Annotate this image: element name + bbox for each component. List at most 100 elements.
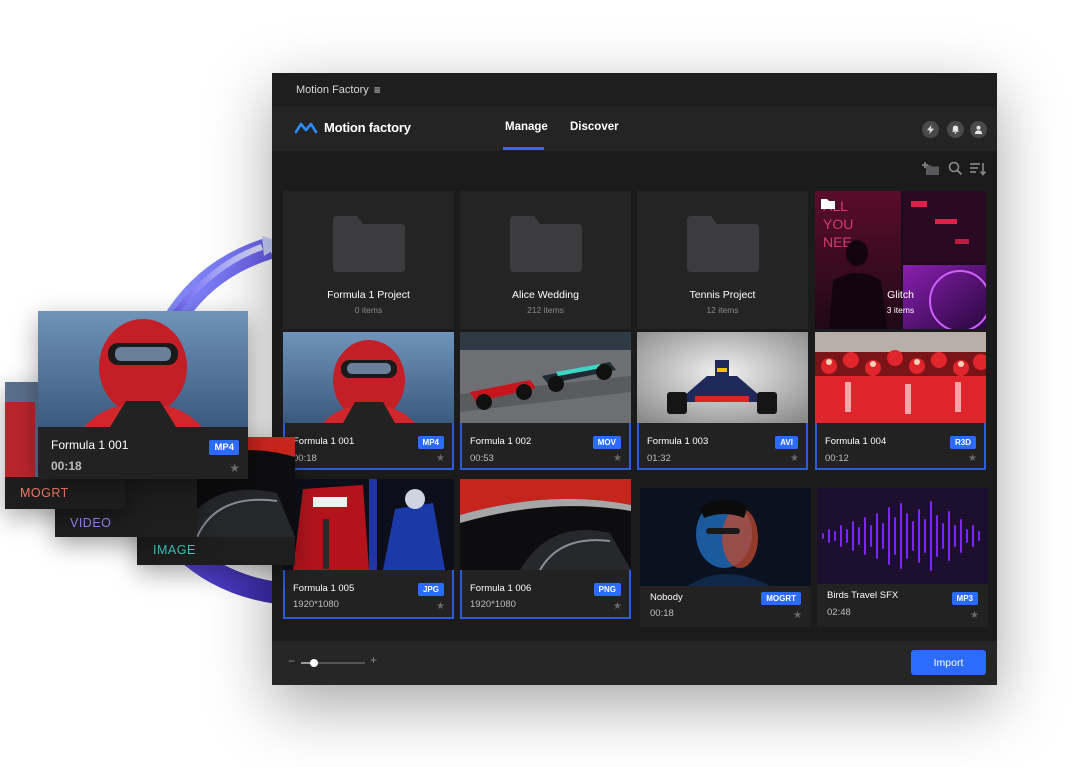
asset-duration: 01:32: [647, 453, 671, 464]
user-button[interactable]: [970, 121, 987, 138]
dragged-asset-duration: 00:18: [51, 459, 82, 473]
video-type-label: VIDEO: [70, 516, 112, 530]
asset-duration: 00:18: [293, 453, 317, 464]
asset-card[interactable]: Formula 1 002 00:53 MOV ★: [460, 332, 631, 470]
brand-name: Motion factory: [324, 120, 411, 135]
asset-thumbnail: [283, 479, 454, 570]
search-icon[interactable]: [948, 161, 963, 176]
asset-thumbnail: [637, 332, 808, 423]
folder-name: Formula 1 Project: [327, 289, 410, 301]
asset-thumbnail: [460, 479, 631, 570]
mogrt-type-label: MOGRT: [20, 486, 69, 500]
folder-card[interactable]: Formula 1 Project 0 items: [283, 191, 454, 329]
app-window: Motion Factory ≡ Motion factory Manage D…: [272, 73, 997, 685]
import-button[interactable]: Import: [911, 650, 986, 675]
image-type-label: IMAGE: [153, 543, 196, 557]
asset-name: Nobody: [650, 592, 683, 603]
lightning-button[interactable]: [922, 121, 939, 138]
infinity-logo-icon: [294, 122, 318, 133]
star-icon[interactable]: ★: [790, 453, 799, 464]
star-icon[interactable]: ★: [793, 610, 802, 621]
asset-thumbnail: [460, 332, 631, 423]
asset-name: Formula 1 004: [825, 436, 887, 447]
dragged-asset-card: Formula 1 001 00:18 MP4 ★: [38, 311, 248, 479]
folder-name: Alice Wedding: [512, 289, 579, 301]
footer-bar: − + Import: [272, 641, 997, 685]
folder-count: 0 items: [354, 305, 383, 315]
notifications-button[interactable]: [947, 121, 964, 138]
asset-duration: 00:53: [470, 453, 494, 464]
asset-name: Formula 1 005: [293, 583, 355, 594]
zoom-in-button[interactable]: +: [370, 653, 377, 667]
asset-name: Birds Travel SFX: [827, 590, 899, 601]
asset-duration: 00:12: [825, 453, 849, 464]
folder-name: Glitch: [887, 289, 914, 301]
asset-card[interactable]: Formula 1 001 00:18 MP4 ★: [283, 332, 454, 470]
asset-duration: 02:48: [827, 607, 851, 618]
dragged-asset-thumbnail: [38, 311, 248, 427]
star-icon[interactable]: ★: [613, 453, 622, 464]
format-badge: R3D: [949, 436, 976, 449]
asset-grid: Formula 1 Project 0 items Alice Wedding …: [283, 191, 988, 641]
asset-name: Formula 1 001: [293, 436, 355, 447]
dragged-asset-name: Formula 1 001: [51, 438, 129, 452]
active-tab-indicator: [503, 147, 544, 150]
asset-duration: 00:18: [650, 608, 674, 619]
asset-card[interactable]: Formula 1 003 01:32 AVI ★: [637, 332, 808, 470]
star-icon: ★: [229, 461, 240, 475]
dragged-format-badge: MP4: [209, 440, 239, 455]
folder-icon: [332, 216, 405, 272]
title-bar: Motion Factory ≡: [272, 73, 997, 107]
asset-card[interactable]: Formula 1 006 1920*1080 PNG ★: [460, 479, 631, 619]
asset-name: Formula 1 002: [470, 436, 532, 447]
asset-thumbnail: [640, 488, 811, 586]
format-badge: MP3: [951, 592, 978, 605]
zoom-slider-handle[interactable]: [310, 659, 318, 667]
asset-thumbnail: [815, 332, 986, 423]
folder-card[interactable]: Alice Wedding 212 items: [460, 191, 631, 329]
nav-bar: Motion factory Manage Discover: [272, 107, 997, 151]
sort-icon[interactable]: [969, 161, 987, 176]
star-icon[interactable]: ★: [613, 601, 622, 612]
add-folder-icon[interactable]: [922, 161, 940, 177]
format-badge: PNG: [593, 583, 621, 596]
asset-card[interactable]: Nobody 00:18 MOGRT ★: [640, 488, 811, 627]
format-badge: AVI: [775, 436, 798, 449]
folder-count: 212 items: [527, 305, 564, 315]
bell-icon: [951, 125, 960, 134]
tab-discover[interactable]: Discover: [570, 121, 619, 133]
brand-logo[interactable]: Motion factory: [294, 120, 411, 135]
waveform-thumbnail: [817, 488, 988, 584]
grid-toolbar: [272, 151, 997, 191]
svg-text:YOU: YOU: [823, 216, 853, 232]
user-icon: [974, 125, 983, 134]
folder-icon: [686, 216, 759, 272]
star-icon[interactable]: ★: [436, 453, 445, 464]
star-icon[interactable]: ★: [970, 610, 979, 621]
marketing-stage: Motion Factory ≡ Motion factory Manage D…: [0, 0, 1074, 767]
folder-name: Tennis Project: [689, 289, 756, 301]
asset-card[interactable]: Formula 1 004 00:12 R3D ★: [815, 332, 986, 470]
folder-count: 12 items: [706, 305, 739, 315]
hamburger-menu-icon[interactable]: ≡: [374, 83, 381, 97]
asset-name: Formula 1 003: [647, 436, 709, 447]
star-icon[interactable]: ★: [968, 453, 977, 464]
window-title: Motion Factory: [296, 84, 369, 96]
asset-name: Formula 1 006: [470, 583, 532, 594]
format-badge: MOGRT: [761, 592, 801, 605]
asset-card[interactable]: Formula 1 005 1920*1080 JPG ★: [283, 479, 454, 619]
format-badge: MP4: [417, 436, 444, 449]
zoom-out-button[interactable]: −: [288, 654, 295, 668]
folder-card[interactable]: Tennis Project 12 items: [637, 191, 808, 329]
asset-resolution: 1920*1080: [470, 599, 516, 610]
asset-card[interactable]: Birds Travel SFX 02:48 MP3 ★: [817, 488, 988, 627]
tab-manage[interactable]: Manage: [505, 121, 548, 133]
star-icon[interactable]: ★: [436, 601, 445, 612]
folder-icon: [509, 216, 582, 272]
asset-thumbnail: [283, 332, 454, 423]
folder-card-glitch[interactable]: ALL YOU NEE Glitch 3 items: [815, 191, 986, 329]
lightning-icon: [926, 125, 935, 134]
format-badge: JPG: [417, 583, 444, 596]
folder-count: 3 items: [886, 305, 915, 315]
asset-resolution: 1920*1080: [293, 599, 339, 610]
